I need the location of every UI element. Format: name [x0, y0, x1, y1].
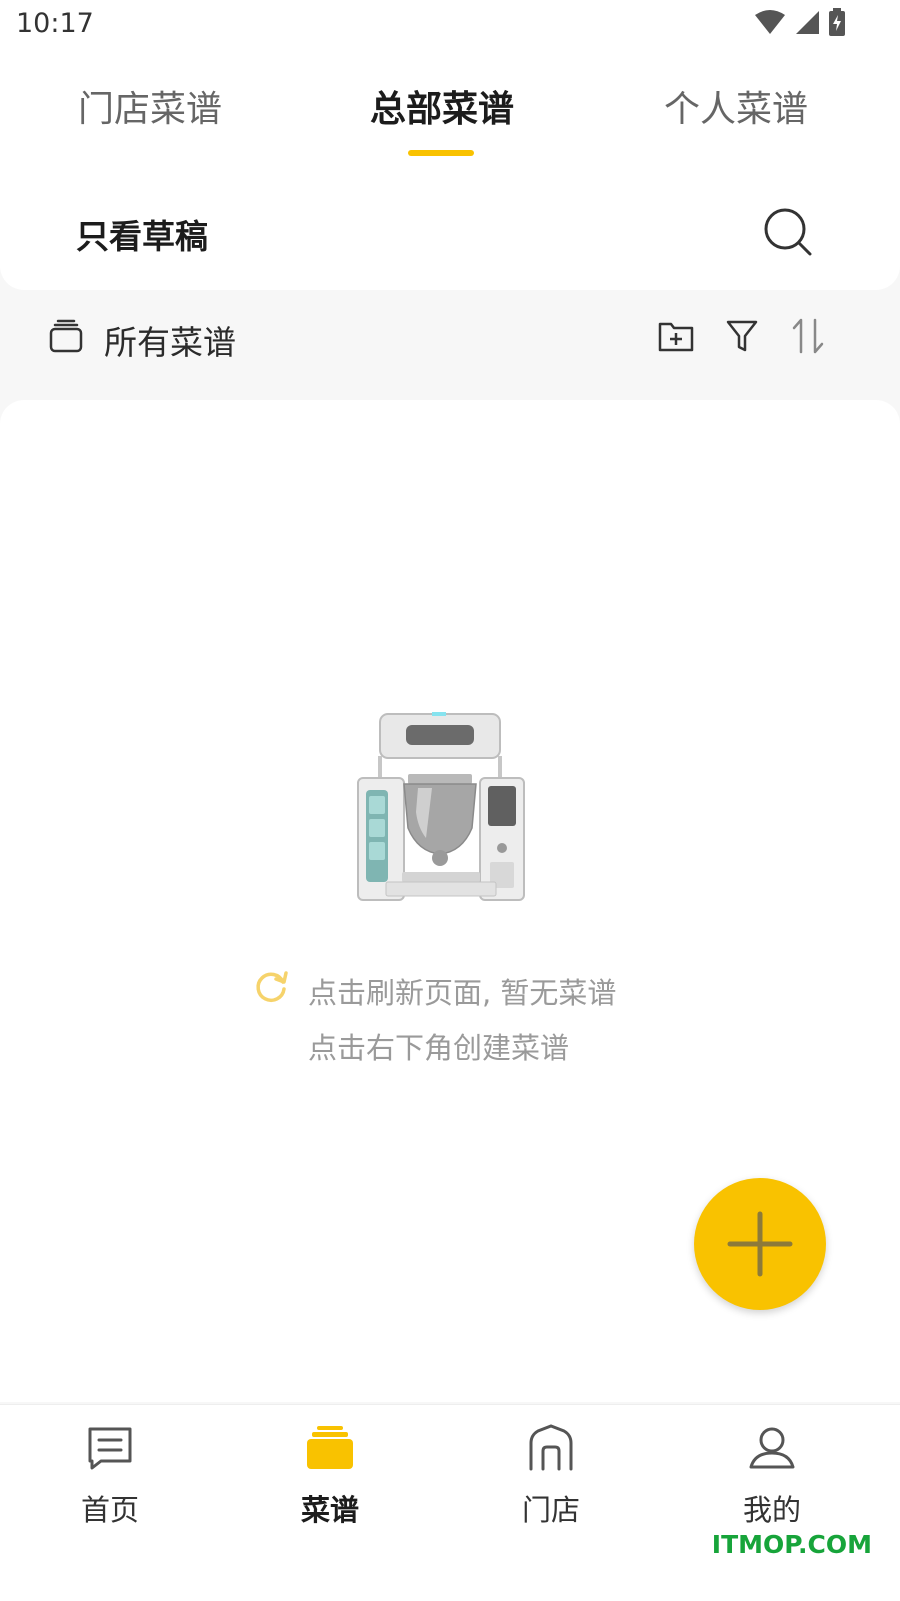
nav-home-label: 首页 [80, 1493, 139, 1527]
tab-hq-recipes[interactable]: 总部菜谱 [370, 80, 514, 132]
sort-icon [792, 318, 824, 354]
draft-filter-row: 只看草稿 [0, 200, 900, 260]
nav-recipes[interactable]: 菜谱 [260, 1423, 400, 1529]
wifi-icon [755, 10, 785, 34]
refresh-icon[interactable] [252, 968, 290, 1006]
search-button[interactable] [760, 204, 814, 258]
nav-store-label: 门店 [521, 1493, 580, 1527]
stack-icon [49, 319, 83, 353]
drafts-only-toggle[interactable]: 只看草稿 [76, 210, 208, 258]
folder-add-icon [658, 322, 694, 352]
tab-store-recipes[interactable]: 门店菜谱 [78, 80, 222, 132]
create-recipe-button[interactable] [694, 1178, 826, 1310]
store-icon [529, 1424, 573, 1471]
nav-recipes-label: 菜谱 [300, 1493, 359, 1527]
home-message-icon [88, 1427, 132, 1470]
sort-button[interactable] [788, 316, 828, 356]
search-icon [764, 208, 812, 256]
filter-button[interactable] [722, 316, 762, 356]
status-bar: 10:17 [0, 0, 900, 50]
recipe-list-area: 点击刷新页面, 暂无菜谱 点击右下角创建菜谱 [0, 400, 900, 1402]
category-toolbar: 所有菜谱 [0, 300, 900, 380]
header-card: 门店菜谱 总部菜谱 个人菜谱 只看草稿 [0, 50, 900, 290]
add-folder-button[interactable] [656, 316, 696, 356]
nav-profile-label: 我的 [742, 1493, 801, 1527]
recipe-tabs: 门店菜谱 总部菜谱 个人菜谱 [0, 50, 900, 160]
watermark: ITMOP.COM [711, 1530, 872, 1559]
nav-home[interactable]: 首页 [40, 1423, 180, 1529]
cooking-machine-illustration [357, 712, 525, 901]
nav-store[interactable]: 门店 [481, 1423, 621, 1529]
filter-icon [726, 320, 758, 352]
empty-refresh-text[interactable]: 点击刷新页面, 暂无菜谱 [308, 970, 616, 1012]
empty-create-hint: 点击右下角创建菜谱 [308, 1031, 570, 1065]
nav-profile[interactable]: 我的 [702, 1423, 842, 1529]
all-recipes-label[interactable]: 所有菜谱 [104, 316, 236, 364]
status-time: 10:17 [16, 8, 94, 39]
active-tab-indicator [408, 150, 474, 156]
status-icons [754, 8, 846, 36]
bottom-navigation: 首页 菜谱 门店 我的 [0, 1404, 900, 1601]
profile-icon [749, 1427, 795, 1469]
recipes-stack-icon [307, 1426, 353, 1469]
tab-personal-recipes[interactable]: 个人菜谱 [664, 80, 808, 132]
battery-icon [829, 8, 845, 36]
plus-icon [727, 1211, 793, 1277]
signal-icon [796, 11, 819, 34]
